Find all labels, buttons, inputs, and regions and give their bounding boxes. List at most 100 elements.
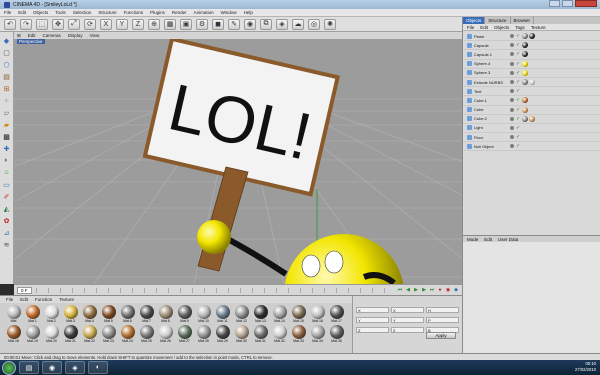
enabled-check-icon[interactable]: ✓ bbox=[516, 97, 520, 103]
enabled-check-icon[interactable]: ✓ bbox=[516, 125, 520, 131]
goto-start-icon[interactable]: ⏮ bbox=[397, 287, 403, 293]
material-item[interactable]: Mat.30 bbox=[233, 325, 250, 343]
visibility-dot-icon[interactable] bbox=[510, 43, 514, 48]
prev-frame-icon[interactable]: ◀ bbox=[405, 287, 411, 293]
texture-tag-icon[interactable] bbox=[522, 79, 529, 86]
position-x-field[interactable]: X bbox=[356, 307, 389, 313]
checker-icon[interactable]: ▩ bbox=[2, 132, 12, 141]
object-row[interactable]: Text ✓ bbox=[463, 87, 600, 97]
visibility-dot-icon[interactable] bbox=[510, 135, 514, 140]
menu-structure[interactable]: Structure bbox=[98, 10, 116, 15]
3d-viewport[interactable]: LOL! Perspective bbox=[14, 39, 462, 284]
material-item[interactable]: Mat.34 bbox=[309, 325, 326, 343]
tab-structure[interactable]: Structure bbox=[485, 17, 511, 24]
enabled-check-icon[interactable]: ✓ bbox=[516, 79, 520, 85]
material-item[interactable]: Mat.26 bbox=[157, 325, 174, 343]
current-frame-field[interactable]: 0 F bbox=[17, 286, 32, 294]
menu-plugins[interactable]: Plugins bbox=[150, 10, 165, 15]
use-model-tool-icon[interactable]: ▢ bbox=[2, 48, 12, 57]
enabled-check-icon[interactable]: ✓ bbox=[516, 88, 520, 94]
visibility-dot-icon[interactable] bbox=[510, 125, 514, 130]
workplane-icon[interactable]: ▭ bbox=[2, 180, 12, 189]
object-row[interactable]: Capsule.1 ✓ bbox=[463, 50, 600, 60]
texture-tag-icon[interactable] bbox=[522, 51, 529, 58]
use-object-tool-icon[interactable]: ⬡ bbox=[2, 60, 12, 69]
taskbar-browser-icon[interactable]: ◉ bbox=[42, 361, 62, 374]
enabled-check-icon[interactable]: ✓ bbox=[516, 116, 520, 122]
visibility-dot-icon[interactable] bbox=[510, 61, 514, 66]
menu-file[interactable]: File bbox=[4, 10, 11, 15]
menu-window[interactable]: Window bbox=[221, 10, 237, 15]
rotation-p-field[interactable]: P bbox=[426, 317, 459, 323]
viewport-menu-view[interactable]: View bbox=[90, 33, 100, 38]
menu-edit[interactable]: Edit bbox=[18, 10, 26, 15]
material-item[interactable]: Mat.29 bbox=[214, 325, 231, 343]
size-y-field[interactable]: Y bbox=[391, 317, 424, 323]
edges-tool-icon[interactable]: ▱ bbox=[2, 108, 12, 117]
material-item[interactable]: Mat.9 bbox=[176, 305, 193, 323]
om-menu-texture[interactable]: Texture bbox=[531, 25, 546, 30]
material-item[interactable]: Mat.6 bbox=[119, 305, 136, 323]
menu-animation[interactable]: Animation bbox=[194, 10, 214, 15]
size-x-field[interactable]: X bbox=[391, 307, 424, 313]
visibility-dot-icon[interactable] bbox=[510, 52, 514, 57]
material-item[interactable]: Mat.2 bbox=[43, 305, 60, 323]
enabled-check-icon[interactable]: ✓ bbox=[516, 107, 520, 113]
material-item[interactable]: Mat.5 bbox=[100, 305, 117, 323]
snap-icon[interactable]: ⌂ bbox=[2, 168, 12, 177]
enabled-check-icon[interactable]: ✓ bbox=[516, 42, 520, 48]
enabled-check-icon[interactable]: ✓ bbox=[516, 70, 520, 76]
menu-help[interactable]: Help bbox=[244, 10, 253, 15]
scene-icon[interactable]: ☁ bbox=[292, 18, 304, 30]
position-y-field[interactable]: Y bbox=[356, 317, 389, 323]
visibility-dot-icon[interactable] bbox=[510, 144, 514, 149]
rotate-icon[interactable]: ⟳ bbox=[84, 18, 96, 30]
viewport-menu-display[interactable]: Display bbox=[68, 33, 83, 38]
viewport-menu-cameras[interactable]: Cameras bbox=[43, 33, 61, 38]
close-button[interactable] bbox=[575, 0, 597, 7]
system-tray-clock[interactable]: 05:10 27/02/2010 bbox=[575, 361, 596, 373]
x-axis-icon[interactable]: X bbox=[100, 18, 112, 30]
material-item[interactable]: Mat.8 bbox=[157, 305, 174, 323]
attr-menu-user-data[interactable]: User Data bbox=[498, 237, 518, 242]
scale-icon[interactable]: ⤢ bbox=[68, 18, 80, 30]
timeline[interactable]: 0 F ⏮ ◀ ▶ ▶ ⏭ ● ◉ ◆ bbox=[14, 284, 462, 295]
attr-menu-mode[interactable]: Mode bbox=[467, 237, 478, 242]
sculpt-icon[interactable]: ◭ bbox=[2, 204, 12, 213]
visibility-dot-icon[interactable] bbox=[510, 98, 514, 103]
material-menu-edit[interactable]: Edit bbox=[20, 297, 28, 302]
move-icon[interactable]: ✥ bbox=[52, 18, 64, 30]
enable-axis-icon[interactable]: ✚ bbox=[2, 144, 12, 153]
render-picture-viewer-icon[interactable]: ▣ bbox=[180, 18, 192, 30]
nurbs-icon[interactable]: ◉ bbox=[244, 18, 256, 30]
tab-objects[interactable]: Objects bbox=[463, 17, 486, 24]
menu-objects[interactable]: Objects bbox=[33, 10, 48, 15]
texture-tag-icon[interactable] bbox=[522, 60, 529, 67]
soft-selection-icon[interactable]: ≋ bbox=[2, 240, 12, 249]
texture-tag-icon[interactable] bbox=[529, 115, 536, 122]
viewport-menu-icon[interactable]: ⊞ bbox=[17, 33, 21, 39]
material-item[interactable]: Mat.35 bbox=[328, 325, 345, 343]
object-row[interactable]: Null Object ✓ bbox=[463, 142, 600, 152]
material-item[interactable]: Mat.27 bbox=[176, 325, 193, 343]
use-texture-tool-icon[interactable]: ▤ bbox=[2, 72, 12, 81]
texture-tag-icon[interactable] bbox=[522, 69, 529, 76]
material-menu-texture[interactable]: Texture bbox=[59, 297, 74, 302]
visibility-dot-icon[interactable] bbox=[510, 116, 514, 121]
cube-primitive-icon[interactable]: ◼ bbox=[212, 18, 224, 30]
y-axis-icon[interactable]: Y bbox=[116, 18, 128, 30]
keyframe-icon[interactable]: ◆ bbox=[453, 287, 459, 293]
start-button[interactable] bbox=[2, 360, 16, 375]
material-item[interactable]: Mat.32 bbox=[271, 325, 288, 343]
camera-icon[interactable]: ◎ bbox=[308, 18, 320, 30]
material-item[interactable]: Mat.23 bbox=[100, 325, 117, 343]
material-item[interactable]: Mat.14 bbox=[271, 305, 288, 323]
menu-render[interactable]: Render bbox=[172, 10, 187, 15]
om-menu-edit[interactable]: Edit bbox=[480, 25, 488, 30]
enabled-check-icon[interactable]: ✓ bbox=[516, 134, 520, 140]
material-item[interactable]: Mat.31 bbox=[252, 325, 269, 343]
visibility-dot-icon[interactable] bbox=[510, 70, 514, 75]
render-settings-icon[interactable]: ⚙ bbox=[196, 18, 208, 30]
texture-tag-icon[interactable] bbox=[522, 97, 529, 104]
material-menu-file[interactable]: File bbox=[6, 297, 13, 302]
